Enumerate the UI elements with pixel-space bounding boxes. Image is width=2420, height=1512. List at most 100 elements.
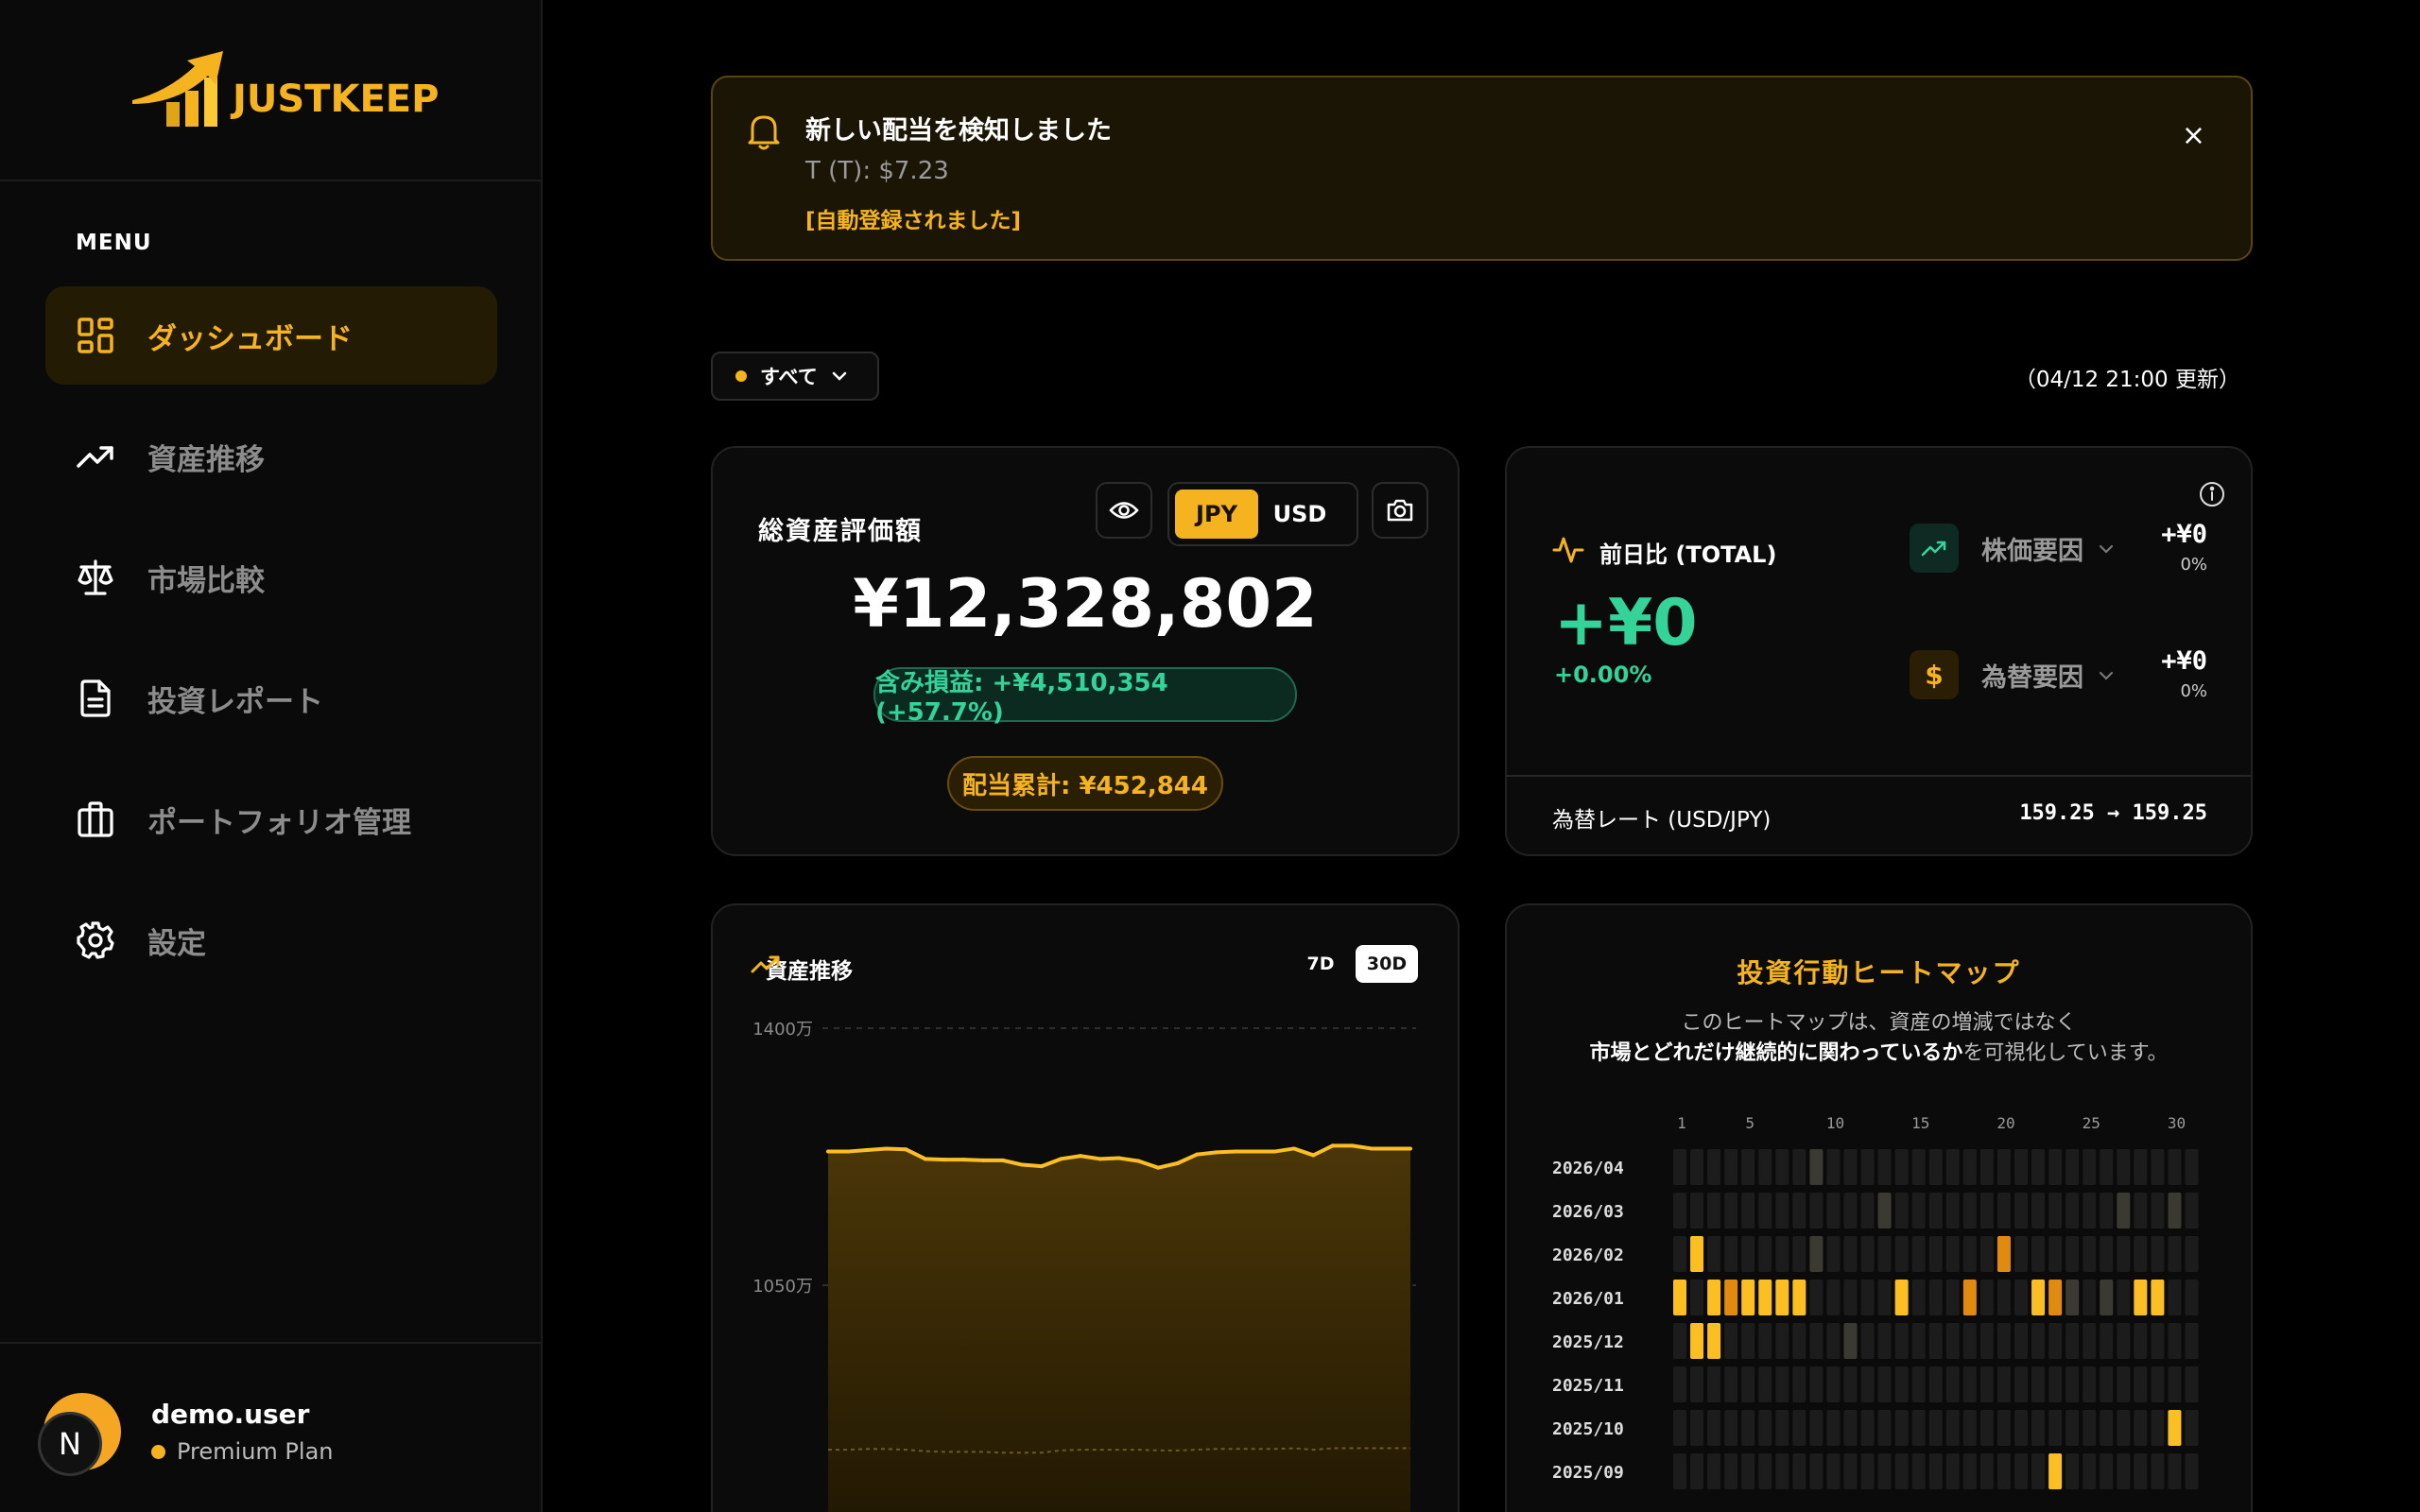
heatmap-cell[interactable] [2151, 1410, 2165, 1446]
heatmap-cell[interactable] [2100, 1323, 2114, 1359]
heatmap-cell[interactable] [2151, 1236, 2165, 1272]
eye-icon[interactable] [1096, 482, 1152, 539]
heatmap-cell[interactable] [1775, 1410, 1789, 1446]
heatmap-cell[interactable] [1877, 1193, 1892, 1228]
heatmap-cell[interactable] [1775, 1236, 1789, 1272]
heatmap-cell[interactable] [1894, 1366, 1909, 1402]
heatmap-cell[interactable] [1945, 1410, 1960, 1446]
heatmap-cell[interactable] [2066, 1149, 2080, 1185]
heatmap-cell[interactable] [1673, 1410, 1686, 1446]
heatmap-cell[interactable] [1911, 1149, 1926, 1185]
data-point[interactable] [923, 1157, 927, 1161]
heatmap-cell[interactable] [2168, 1193, 2182, 1228]
user-profile[interactable]: N demo.user Premium Plan [0, 1342, 541, 1512]
heatmap-cell[interactable] [1996, 1410, 2011, 1446]
factor-fx[interactable]: $ 為替要因 [1910, 650, 2114, 699]
heatmap-cell[interactable] [1826, 1366, 1841, 1402]
heatmap-cell[interactable] [2185, 1410, 2199, 1446]
data-point[interactable] [1117, 1156, 1121, 1160]
heatmap-cell[interactable] [1962, 1236, 1977, 1272]
heatmap-cell[interactable] [1707, 1280, 1721, 1315]
heatmap-cell[interactable] [1843, 1410, 1858, 1446]
data-point[interactable] [1291, 1146, 1296, 1151]
heatmap-cell[interactable] [1962, 1410, 1977, 1446]
heatmap-cell[interactable] [2031, 1323, 2046, 1359]
heatmap-cell[interactable] [1707, 1366, 1721, 1402]
heatmap-cell[interactable] [1911, 1280, 1926, 1315]
range-7d[interactable]: 7D [1289, 945, 1352, 983]
heatmap-cell[interactable] [2117, 1453, 2131, 1489]
sidebar-item-market-compare[interactable]: 市場比較 [45, 528, 497, 627]
heatmap-cell[interactable] [2066, 1453, 2080, 1489]
heatmap-cell[interactable] [2048, 1149, 2063, 1185]
heatmap-cell[interactable] [2168, 1323, 2182, 1359]
heatmap-cell[interactable] [1877, 1410, 1892, 1446]
heatmap-cell[interactable] [1996, 1193, 2011, 1228]
heatmap-cell[interactable] [2066, 1280, 2080, 1315]
heatmap-cell[interactable] [1843, 1366, 1858, 1402]
data-point[interactable] [1020, 1162, 1025, 1167]
heatmap-cell[interactable] [2031, 1193, 2046, 1228]
data-point[interactable] [1000, 1158, 1005, 1162]
heatmap-cell[interactable] [2014, 1366, 2028, 1402]
camera-icon[interactable] [1372, 482, 1428, 539]
heatmap-cell[interactable] [1945, 1193, 1960, 1228]
portfolio-filter-dropdown[interactable]: すべて [711, 352, 879, 401]
heatmap-cell[interactable] [1826, 1453, 1841, 1489]
heatmap-cell[interactable] [1928, 1280, 1943, 1315]
heatmap-cell[interactable] [2100, 1453, 2114, 1489]
heatmap-cell[interactable] [1911, 1453, 1926, 1489]
heatmap-cell[interactable] [1673, 1280, 1686, 1315]
heatmap-cell[interactable] [1724, 1453, 1738, 1489]
data-point[interactable] [1078, 1154, 1082, 1159]
heatmap-cell[interactable] [2048, 1323, 2063, 1359]
heatmap-cell[interactable] [2134, 1193, 2148, 1228]
heatmap-cell[interactable] [2014, 1193, 2028, 1228]
heatmap-cell[interactable] [1877, 1149, 1892, 1185]
heatmap-cell[interactable] [2168, 1366, 2182, 1402]
heatmap-cell[interactable] [1809, 1410, 1824, 1446]
heatmap-cell[interactable] [2083, 1366, 2097, 1402]
heatmap-cell[interactable] [1707, 1323, 1721, 1359]
heatmap-cell[interactable] [2083, 1280, 2097, 1315]
heatmap-cell[interactable] [2083, 1323, 2097, 1359]
heatmap-cell[interactable] [1928, 1149, 1943, 1185]
heatmap-cell[interactable] [2048, 1453, 2063, 1489]
heatmap-cell[interactable] [2151, 1453, 2165, 1489]
heatmap-cell[interactable] [1860, 1193, 1875, 1228]
heatmap-cell[interactable] [1843, 1453, 1858, 1489]
heatmap-cell[interactable] [1673, 1149, 1686, 1185]
heatmap-cell[interactable] [2117, 1193, 2131, 1228]
heatmap-cell[interactable] [1860, 1149, 1875, 1185]
heatmap-cell[interactable] [1979, 1366, 1994, 1402]
heatmap-cell[interactable] [1690, 1366, 1704, 1402]
heatmap-cell[interactable] [1860, 1280, 1875, 1315]
heatmap-cell[interactable] [1945, 1280, 1960, 1315]
heatmap-cell[interactable] [1860, 1236, 1875, 1272]
heatmap-cell[interactable] [1996, 1280, 2011, 1315]
heatmap-cell[interactable] [1962, 1366, 1977, 1402]
heatmap-cell[interactable] [2014, 1149, 2028, 1185]
data-point[interactable] [826, 1149, 830, 1154]
heatmap-cell[interactable] [2151, 1280, 2165, 1315]
heatmap-cell[interactable] [1860, 1323, 1875, 1359]
heatmap-cell[interactable] [1758, 1453, 1772, 1489]
heatmap-cell[interactable] [1792, 1236, 1806, 1272]
heatmap-cell[interactable] [1894, 1236, 1909, 1272]
heatmap-cell[interactable] [1775, 1366, 1789, 1402]
data-point[interactable] [1098, 1157, 1102, 1161]
heatmap-cell[interactable] [1758, 1366, 1772, 1402]
heatmap-cell[interactable] [2117, 1323, 2131, 1359]
heatmap-cell[interactable] [1724, 1236, 1738, 1272]
heatmap-cell[interactable] [1826, 1149, 1841, 1185]
heatmap-cell[interactable] [2083, 1193, 2097, 1228]
data-point[interactable] [1039, 1164, 1044, 1169]
heatmap-cell[interactable] [1673, 1366, 1686, 1402]
heatmap-cell[interactable] [1894, 1280, 1909, 1315]
heatmap-cell[interactable] [1758, 1149, 1772, 1185]
heatmap-cell[interactable] [1775, 1453, 1789, 1489]
heatmap-cell[interactable] [2151, 1323, 2165, 1359]
heatmap-cell[interactable] [2048, 1280, 2063, 1315]
heatmap-cell[interactable] [1741, 1193, 1755, 1228]
heatmap-cell[interactable] [1979, 1236, 1994, 1272]
